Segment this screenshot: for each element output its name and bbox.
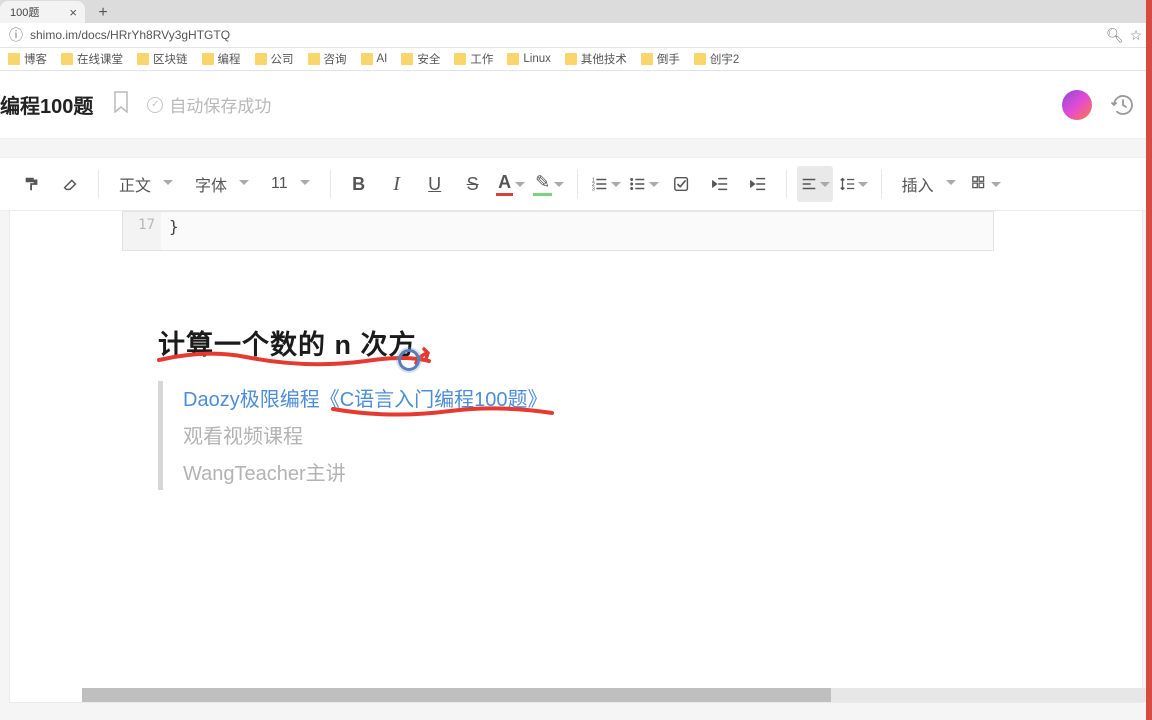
- bookmark-item[interactable]: 编程: [202, 51, 241, 67]
- folder-icon: [507, 53, 519, 65]
- bold-button[interactable]: B: [341, 166, 377, 202]
- align-button[interactable]: [797, 166, 833, 202]
- check-circle-icon: ✓: [147, 97, 163, 113]
- svg-text:3: 3: [592, 186, 595, 192]
- bookmark-item[interactable]: 其他技术: [565, 51, 627, 67]
- code-line-number: 17: [123, 212, 161, 250]
- document-canvas[interactable]: 17 } 计算一个数的 n 次方 Daozy极限编程《C语言入门编程100题》 …: [0, 211, 1152, 702]
- line-spacing-button[interactable]: [835, 166, 871, 202]
- format-painter-icon[interactable]: [14, 166, 50, 202]
- bookmark-item[interactable]: 区块链: [137, 51, 188, 67]
- bookmarks-bar: 博客 在线课堂 区块链 编程 公司 咨询 AI 安全 工作 Linux 其他技术…: [0, 48, 1152, 71]
- site-info-icon[interactable]: ⓘ: [8, 25, 24, 45]
- scrollbar-thumb[interactable]: [82, 688, 831, 702]
- tab-title: 100题: [10, 4, 39, 20]
- folder-icon: [454, 53, 466, 65]
- bookmark-star-icon[interactable]: ☆: [1128, 27, 1144, 44]
- folder-icon: [137, 53, 149, 65]
- bookmark-item[interactable]: 工作: [454, 51, 493, 67]
- doc-title[interactable]: 编程100题: [0, 90, 93, 119]
- folder-icon: [202, 53, 214, 65]
- bookmark-item[interactable]: 倒手: [641, 51, 680, 67]
- unordered-list-button[interactable]: [626, 166, 662, 202]
- font-family-select[interactable]: 字体: [185, 166, 259, 202]
- section-heading[interactable]: 计算一个数的 n 次方: [158, 323, 417, 362]
- insert-menu[interactable]: 插入: [892, 166, 966, 202]
- apps-grid-button[interactable]: [968, 166, 1004, 202]
- doc-header: 编程100题 ✓ 自动保存成功: [0, 71, 1152, 139]
- browser-tab-strip: 100题 × +: [0, 0, 1152, 23]
- folder-icon: [61, 53, 73, 65]
- ordered-list-button[interactable]: 123: [588, 166, 624, 202]
- bookmark-item[interactable]: AI: [361, 53, 388, 65]
- horizontal-scrollbar[interactable]: [82, 688, 1152, 702]
- bookmark-item[interactable]: 咨询: [308, 51, 347, 67]
- quote-text: WangTeacher主讲: [183, 457, 548, 486]
- strike-button[interactable]: S: [455, 166, 491, 202]
- highlight-button[interactable]: ✎: [531, 166, 567, 202]
- bookmark-item[interactable]: 在线课堂: [61, 51, 123, 67]
- address-bar: ⓘ shimo.im/docs/HRrYh8RVy3gHTGTQ 🔍︎ ☆: [0, 23, 1152, 48]
- bookmark-item[interactable]: 博客: [8, 51, 47, 67]
- italic-button[interactable]: I: [379, 166, 415, 202]
- toolbar-container: 正文 字体 11 B I U S A ✎ 123 插入: [0, 139, 1152, 211]
- folder-icon: [361, 53, 373, 65]
- folder-icon: [255, 53, 267, 65]
- bookmark-item[interactable]: Linux: [507, 53, 551, 65]
- outdent-button[interactable]: [702, 166, 738, 202]
- indent-button[interactable]: [740, 166, 776, 202]
- eraser-icon[interactable]: [52, 166, 88, 202]
- bookmark-ribbon-icon[interactable]: [113, 91, 129, 119]
- code-block[interactable]: 17 }: [122, 211, 994, 251]
- folder-icon: [8, 53, 20, 65]
- avatar[interactable]: [1062, 90, 1092, 120]
- save-status: ✓ 自动保存成功: [147, 92, 271, 117]
- quote-link[interactable]: Daozy极限编程《C语言入门编程100题》: [183, 383, 548, 412]
- code-text[interactable]: }: [161, 212, 189, 250]
- folder-icon: [401, 53, 413, 65]
- folder-icon: [694, 53, 706, 65]
- font-size-select[interactable]: 11: [261, 166, 320, 202]
- window-edge-indicator: [1146, 0, 1152, 720]
- folder-icon: [565, 53, 577, 65]
- folder-icon: [308, 53, 320, 65]
- paragraph-style-select[interactable]: 正文: [109, 166, 183, 202]
- close-icon[interactable]: ×: [69, 5, 77, 20]
- quote-block[interactable]: Daozy极限编程《C语言入门编程100题》 观看视频课程 WangTeache…: [158, 381, 548, 490]
- cursor-indicator: [398, 349, 420, 371]
- quote-text: 观看视频课程: [183, 420, 548, 449]
- text-color-button[interactable]: A: [493, 166, 529, 202]
- bookmark-item[interactable]: 安全: [401, 51, 440, 67]
- browser-tab[interactable]: 100题 ×: [0, 1, 85, 23]
- bookmark-item[interactable]: 创宇2: [694, 51, 739, 67]
- search-page-icon[interactable]: 🔍︎: [1106, 27, 1122, 44]
- bookmark-item[interactable]: 公司: [255, 51, 294, 67]
- new-tab-button[interactable]: +: [91, 3, 115, 23]
- folder-icon: [641, 53, 653, 65]
- underline-button[interactable]: U: [417, 166, 453, 202]
- history-icon[interactable]: [1110, 92, 1136, 118]
- url-field[interactable]: shimo.im/docs/HRrYh8RVy3gHTGTQ: [30, 28, 1100, 42]
- page[interactable]: 17 } 计算一个数的 n 次方 Daozy极限编程《C语言入门编程100题》 …: [10, 211, 1142, 702]
- editor-toolbar: 正文 字体 11 B I U S A ✎ 123 插入: [0, 157, 1152, 211]
- checklist-button[interactable]: [664, 166, 700, 202]
